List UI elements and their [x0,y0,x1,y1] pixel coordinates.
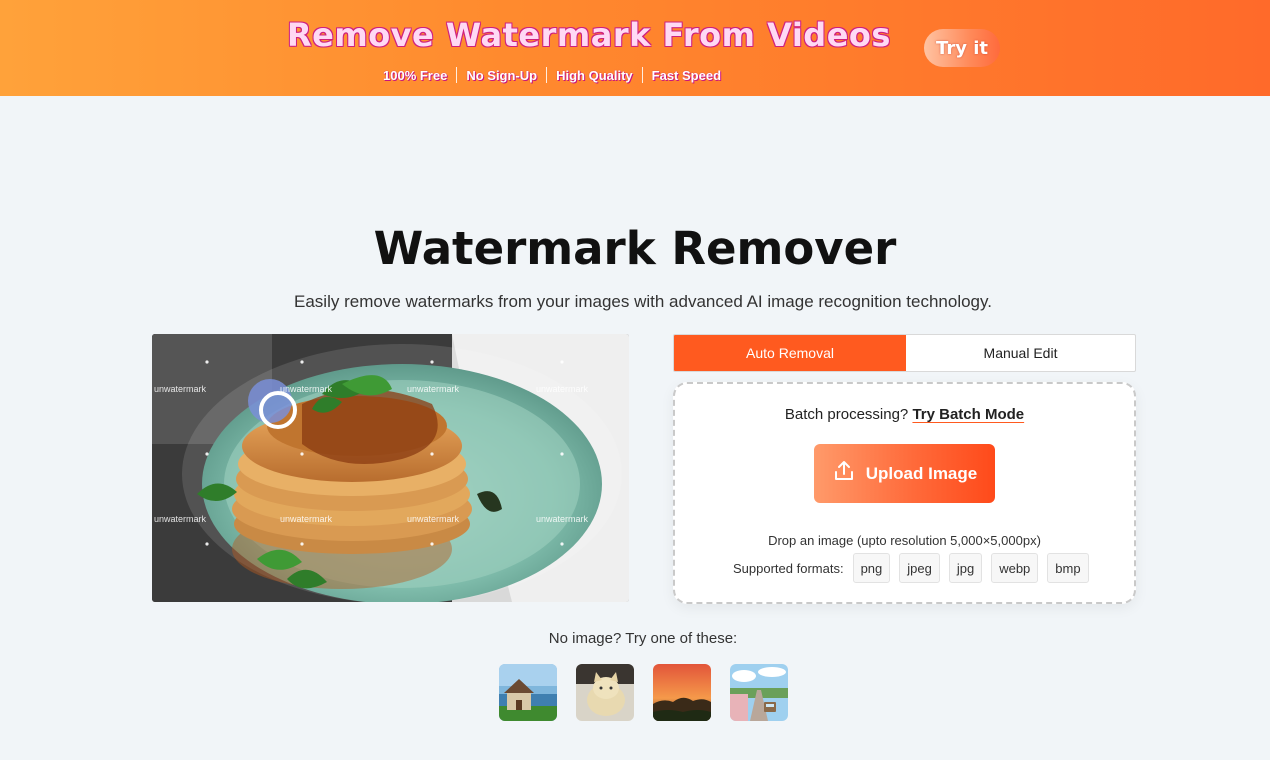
banner-feature: No Sign-Up [466,67,538,83]
try-it-button[interactable]: Try it [924,29,1000,67]
pancake-illustration [152,334,629,602]
watermark-label: unwatermark [280,514,333,524]
format-badge: bmp [1047,553,1089,583]
banner-title: Remove Watermark From Videos [287,16,891,54]
formats-label: Supported formats: [733,560,844,576]
upload-dropzone[interactable]: Batch processing? Try Batch Mode Upload … [673,382,1136,604]
sample-image-road[interactable] [730,664,788,721]
upload-icon [832,459,856,488]
tab-auto-removal[interactable]: Auto Removal [674,335,906,371]
watermark-label: unwatermark [154,514,207,524]
watermark-label: unwatermark [280,384,333,394]
watermark-label: unwatermark [536,384,589,394]
page-title: Watermark Remover [373,222,897,275]
sample-image-house[interactable] [499,664,557,721]
preview-image: unwatermark unwatermark unwatermark unwa… [152,334,629,602]
watermark-label: unwatermark [407,514,460,524]
batch-prefix: Batch processing? [784,406,909,423]
drop-hint: Drop an image (upto resolution 5,000×5,0… [768,533,1041,548]
format-badge: jpg [948,553,983,583]
batch-line: Batch processing? Try Batch Mode [675,406,1134,423]
watermark-label: unwatermark [407,384,460,394]
sample-image-cat[interactable] [576,664,634,721]
mode-tabs: Auto Removal Manual Edit [673,334,1136,372]
format-badge: png [852,553,891,583]
supported-formats: Supported formats: png jpeg jpg webp bmp [733,553,1098,583]
watermark-label: unwatermark [536,514,589,524]
tab-manual-edit[interactable]: Manual Edit [906,335,1135,371]
format-badge: jpeg [899,553,940,583]
samples-label: No image? Try one of these: [548,630,738,647]
page-subtitle: Easily remove watermarks from your image… [294,292,992,311]
banner-feature: 100% Free [383,67,448,83]
format-badge: webp [991,553,1039,583]
upload-button-label: Upload Image [865,463,978,483]
banner-feature: Fast Speed [651,67,722,83]
upload-image-button[interactable]: Upload Image [814,444,995,503]
try-batch-mode-link[interactable]: Try Batch Mode [912,406,1024,423]
banner-features: 100% Free No Sign-Up High Quality Fast S… [374,66,730,84]
sample-image-sunset[interactable] [653,664,711,721]
banner-feature: High Quality [556,67,633,83]
promo-banner[interactable]: Remove Watermark From Videos 100% Free N… [0,0,1270,96]
watermark-label: unwatermark [154,384,207,394]
